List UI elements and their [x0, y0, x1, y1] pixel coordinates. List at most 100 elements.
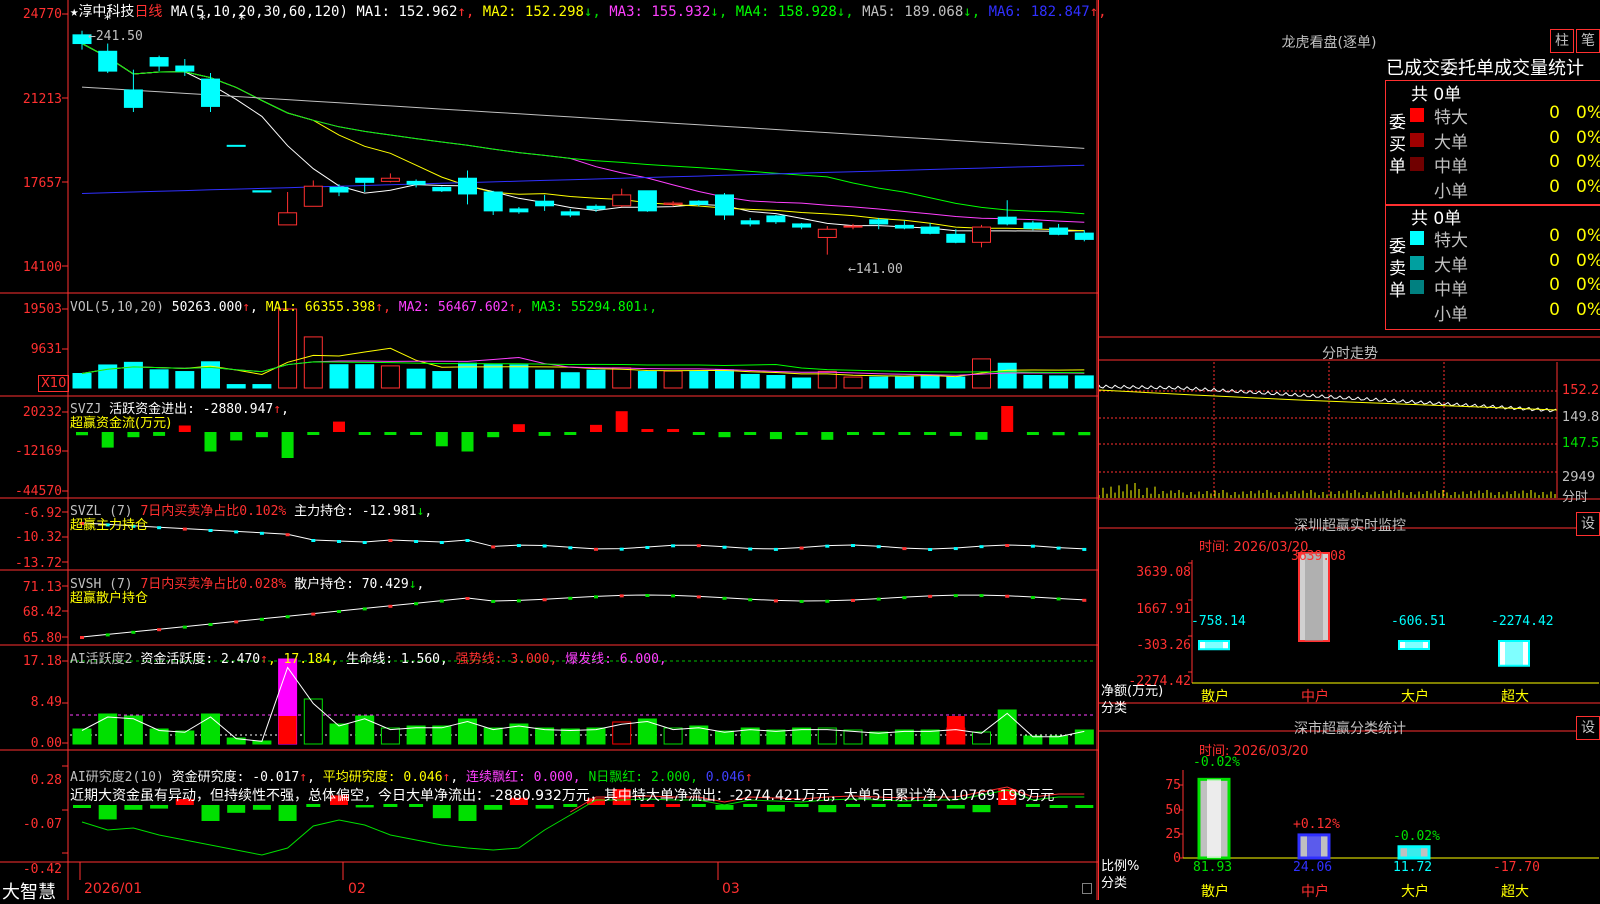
candle-body: [792, 223, 812, 228]
svzl-dot: [773, 547, 778, 551]
intraday-axis-label: 分时: [1562, 490, 1589, 505]
activity-bar: [483, 727, 503, 745]
candle-body: [637, 190, 657, 212]
candle-body: [149, 57, 169, 67]
svzl-dot: [234, 530, 239, 534]
sz-monitor-settings-button[interactable]: 设: [1576, 512, 1600, 536]
candle-body: [509, 208, 529, 213]
svsh-dot: [773, 599, 778, 603]
indicator-arrow: ↓,: [963, 4, 989, 20]
ai2-arrow: ↑: [260, 652, 268, 667]
activity-bar: [329, 723, 349, 745]
dragon-title: 龙虎看盘(逐单): [1281, 35, 1377, 51]
vol-axis-label: 19503: [22, 302, 62, 317]
candle-body: [458, 177, 477, 195]
activity-bar: [560, 728, 580, 745]
svsh-dot: [362, 607, 367, 611]
research-bar: [73, 805, 91, 808]
order-count: 0: [1549, 127, 1560, 148]
svzl-value: 主力持仓: -12.981: [294, 504, 417, 519]
svzl-dot: [285, 533, 290, 537]
indicator-value: MA1: 152.962: [356, 4, 458, 20]
svsh-dot: [722, 596, 727, 600]
activity-bar: [72, 728, 92, 745]
fund-flow-bar: [949, 432, 962, 436]
sz-axis-label: 1667.91: [1136, 602, 1191, 617]
sz-monitor-value-label: 3639.08: [1291, 549, 1346, 564]
order-type: 小单: [1434, 181, 1468, 202]
ai-res-header: AI研究度2(10) 资金研究度: -0.017↑, 平均研究度: 0.046↑…: [70, 766, 753, 785]
lock-icon[interactable]: [1082, 883, 1092, 894]
main-chart-area[interactable]: ★淳中科技日线 MA(5,10,20,30,60,120) MA1: 152.9…: [0, 0, 1107, 903]
candle-body: [920, 226, 940, 234]
svzl-dot: [825, 544, 830, 548]
sz-class-axis-label: 25: [1165, 827, 1181, 842]
fund-flow-bar: [538, 432, 551, 436]
candle-body: [535, 200, 555, 207]
indicator-arrow: ↓,: [583, 4, 610, 20]
svzl-dot: [696, 544, 701, 548]
svzj-comma: ,: [281, 402, 289, 417]
volume-bar: [509, 364, 529, 389]
fund-flow-bar: [255, 432, 268, 438]
candle-body: [252, 190, 272, 193]
ai-res-label: AI研究度2(10): [70, 770, 164, 785]
vol-unit-badge[interactable]: X10: [38, 375, 70, 392]
ai-res-extra-arrow: ↑: [744, 770, 753, 785]
svzl-dot: [953, 547, 958, 551]
volume-bar: [792, 377, 812, 389]
fund-flow-bar: [435, 432, 448, 447]
sz-class-category: 超大: [1501, 884, 1529, 900]
volume-bar: [894, 376, 914, 389]
main-chart-svg[interactable]: [0, 0, 1098, 900]
svsh-value: 散户持仓: 70.429: [294, 577, 409, 592]
svzl-dot: [259, 531, 264, 535]
bar-mode-button[interactable]: 柱: [1550, 29, 1574, 53]
fund-flow-bar: [769, 432, 782, 440]
volume-bar: [355, 364, 375, 389]
order-pct: 0%: [1576, 103, 1600, 123]
order-row: 特大 0 0%: [1410, 103, 1600, 128]
indicator-arrow: ↓,: [641, 300, 658, 315]
candle-body: [689, 200, 709, 205]
sz-monitor-category: 超大: [1501, 689, 1529, 705]
research-bar: [535, 805, 554, 809]
sz-class-value-label: -17.70: [1493, 860, 1540, 875]
sz-class-change-label: -0.02%: [1393, 829, 1440, 844]
sz-class-xlabel: 分类: [1101, 876, 1128, 891]
order-row: 小单 0 0%: [1410, 177, 1600, 202]
svzl-dot: [1056, 546, 1061, 550]
ma4-line: [81, 43, 1085, 215]
pen-mode-button[interactable]: 笔: [1576, 29, 1600, 53]
candle-body: [278, 212, 298, 226]
sz-class-settings-button[interactable]: 设: [1576, 716, 1600, 740]
volume-bar: [329, 364, 349, 389]
svsh-ratio: 7日内买卖净占比0.028%: [140, 577, 287, 592]
research-bar: [458, 805, 477, 821]
svzl-dot: [439, 541, 444, 544]
svsh-dot: [157, 628, 162, 632]
color-swatch: [1410, 108, 1424, 122]
svsh-axis-label: 71.13: [22, 580, 62, 595]
intraday-title: 分时走势: [1322, 346, 1378, 362]
indicator-value: MA6: 182.847: [988, 4, 1090, 20]
candle-body: [894, 224, 914, 229]
svsh-dot: [671, 594, 676, 598]
sz-class-category: 散户: [1201, 884, 1229, 900]
vol-axis-label: 9631: [30, 342, 62, 357]
svzl-axis-label: -13.72: [15, 556, 62, 571]
research-bar: [355, 805, 374, 808]
fund-flow-bar: [667, 429, 680, 432]
fund-flow-bar: [821, 432, 834, 440]
activity-bar: [869, 731, 889, 745]
svzl-dot: [568, 546, 573, 550]
activity-bar: [535, 727, 555, 745]
intraday-avg-line: [1099, 389, 1558, 411]
buy-side-label: 委买单: [1389, 113, 1406, 177]
ai2-value2: , 17.184,: [267, 652, 339, 667]
activity-bar: [432, 725, 452, 745]
svsh-axis-label: 65.80: [22, 631, 62, 646]
fund-flow-bar: [615, 411, 628, 432]
volume-bar: [1023, 374, 1043, 389]
svsh-dot: [388, 604, 393, 608]
